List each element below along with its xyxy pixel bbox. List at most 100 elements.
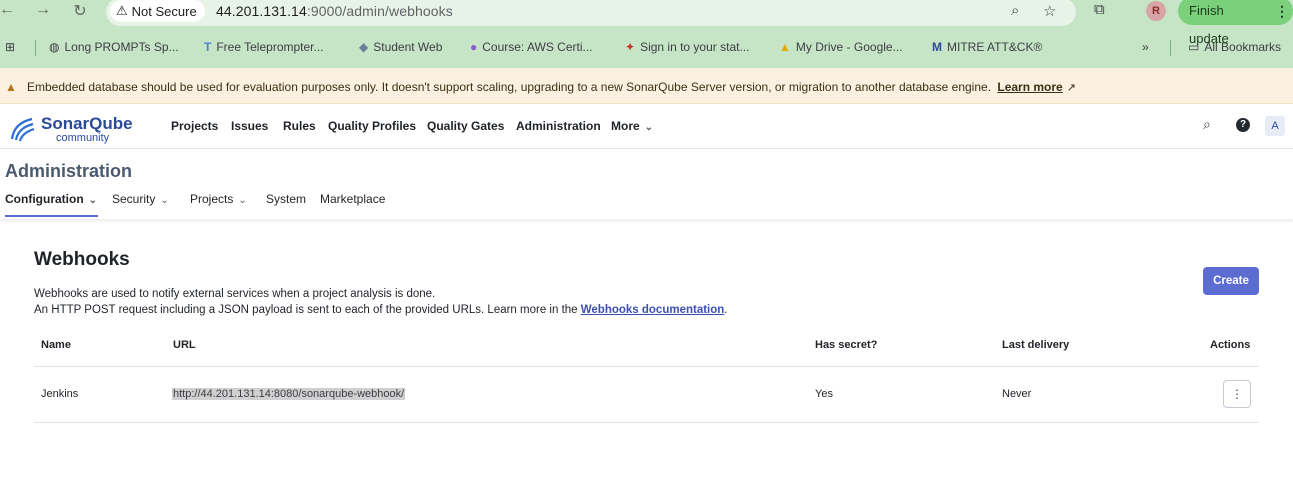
webhooks-description-2: An HTTP POST request including a JSON pa…: [34, 304, 728, 316]
nav-projects[interactable]: Projects: [171, 119, 218, 133]
logo-edition: community: [56, 132, 110, 144]
embedded-db-warning-banner: ▲ Embedded database should be used for e…: [0, 68, 1293, 104]
tab-marketplace[interactable]: Marketplace: [320, 192, 385, 206]
nav-more[interactable]: More ⌄: [611, 119, 653, 133]
bookmark-item[interactable]: T Free Teleprompter...: [204, 40, 324, 54]
maple-leaf-icon: ✦: [625, 40, 636, 54]
profile-avatar[interactable]: R: [1146, 1, 1166, 21]
url-text[interactable]: 44.201.131.14:9000/admin/webhooks: [216, 3, 453, 19]
bookmark-item[interactable]: M MITRE ATT&CK®: [932, 40, 1042, 54]
bookmark-label: Free Teleprompter...: [216, 40, 324, 54]
banner-text: Embedded database should be used for eva…: [27, 80, 992, 94]
reload-icon[interactable]: ↻: [70, 1, 90, 21]
teleprompter-icon: T: [204, 40, 212, 54]
webhook-actions-button[interactable]: ⋮: [1223, 380, 1251, 408]
url-host: 44.201.131.14: [216, 3, 307, 19]
tab-label: Security: [112, 192, 156, 206]
admin-header: Administration Configuration ⌄ Security ⌄ …: [0, 149, 1293, 219]
table-divider: [34, 422, 1259, 423]
chevron-down-icon: ⌄: [644, 122, 654, 133]
finish-update-button[interactable]: Finish update ⋮: [1178, 0, 1293, 46]
bookmark-item[interactable]: ▲ My Drive - Google...: [779, 40, 903, 54]
user-avatar[interactable]: A: [1265, 116, 1285, 136]
chevron-down-icon: ⌄: [238, 195, 247, 206]
nav-issues[interactable]: Issues: [231, 119, 268, 133]
warning-triangle-icon: ⚠: [116, 3, 128, 18]
column-header-last-delivery: Last delivery: [1002, 339, 1070, 351]
course-icon: ●: [470, 40, 478, 54]
nav-quality-gates[interactable]: Quality Gates: [427, 119, 504, 133]
all-bookmarks-label: All Bookmarks: [1204, 40, 1282, 54]
browser-menu-icon[interactable]: ⋮: [1275, 0, 1289, 25]
webhook-url: http://44.201.131.14:8080/sonarqube-webh…: [172, 388, 406, 400]
bookmark-label: Course: AWS Certi...: [482, 40, 593, 54]
webhook-name: Jenkins: [41, 388, 79, 400]
bookmark-item[interactable]: ✦ Sign in to your stat...: [625, 40, 749, 54]
webhook-has-secret: Yes: [815, 388, 833, 400]
desc-text: An HTTP POST request including a JSON pa…: [34, 304, 581, 316]
folder-icon: ▭: [1188, 40, 1200, 54]
column-header-has-secret: Has secret?: [815, 339, 878, 351]
bookmark-item[interactable]: ◆ Student Web: [359, 40, 442, 54]
more-vertical-icon: ⋮: [1231, 387, 1243, 401]
webhook-last-delivery: Never: [1002, 388, 1032, 400]
sonarqube-waves-icon: [10, 117, 35, 142]
nav-more-label: More: [611, 119, 640, 133]
bookmarks-divider: [35, 40, 36, 56]
webhooks-title: Webhooks: [34, 249, 130, 270]
banner-message: Embedded database should be used for eva…: [27, 80, 1076, 94]
security-chip[interactable]: ⚠ Not Secure: [110, 0, 205, 22]
nav-quality-profiles[interactable]: Quality Profiles: [328, 119, 416, 133]
help-icon[interactable]: ?: [1236, 118, 1250, 132]
apps-grid-icon[interactable]: ⊞: [5, 40, 15, 54]
sonarqube-logo[interactable]: SonarQube community: [8, 111, 138, 145]
bookmark-label: My Drive - Google...: [795, 40, 903, 54]
table-divider: [34, 366, 1259, 367]
learn-more-link[interactable]: Learn more: [997, 80, 1062, 94]
url-path: :9000/admin/webhooks: [306, 3, 453, 19]
webhooks-description: Webhooks are used to notify external ser…: [34, 288, 436, 300]
bookmark-label: MITRE ATT&CK®: [947, 40, 1043, 54]
bookmarks-bar: ⊞ ◍ Long PROMPTs Sp... T Free Teleprompter…: [0, 36, 1293, 60]
bookmark-item[interactable]: ◍ Long PROMPTs Sp...: [49, 40, 179, 54]
bookmark-label: Long PROMPTs Sp...: [64, 40, 179, 54]
bookmark-item[interactable]: ● Course: AWS Certi...: [470, 40, 593, 54]
nav-rules[interactable]: Rules: [283, 119, 316, 133]
column-header-url: URL: [173, 339, 196, 351]
bookmarks-divider: [1170, 40, 1171, 56]
all-bookmarks[interactable]: ▭ All Bookmarks: [1188, 40, 1281, 54]
nav-administration[interactable]: Administration: [516, 119, 601, 133]
page-title: Administration: [5, 161, 133, 181]
security-label: Not Secure: [131, 3, 197, 19]
logo-brand: SonarQube: [41, 114, 133, 133]
warning-icon: ▲: [5, 80, 17, 94]
extensions-icon[interactable]: ⧉: [1094, 1, 1105, 18]
tab-label: Configuration: [5, 192, 84, 206]
bookmark-label: Sign in to your stat...: [640, 40, 750, 54]
active-tab-indicator: [5, 215, 98, 217]
tab-security[interactable]: Security ⌄: [112, 192, 169, 206]
chevron-down-icon: ⌄: [88, 195, 98, 206]
tab-label: Projects: [190, 192, 234, 206]
tab-system[interactable]: System: [266, 192, 306, 206]
tab-projects[interactable]: Projects ⌄: [190, 192, 247, 206]
browser-toolbar: ← → ↻ ⚠ Not Secure 44.201.131.14:9000/ad…: [0, 0, 1293, 68]
back-icon[interactable]: ←: [0, 1, 17, 19]
bookmarks-overflow-icon[interactable]: »: [1142, 40, 1149, 54]
desc-suffix: .: [724, 304, 728, 316]
column-header-actions: Actions: [1210, 339, 1251, 351]
chevron-down-icon: ⌄: [160, 195, 169, 206]
search-icon[interactable]: ⌕: [1203, 116, 1211, 133]
zoom-icon[interactable]: ⌕: [1011, 2, 1019, 19]
google-drive-icon: ▲: [779, 40, 791, 54]
webhooks-documentation-link[interactable]: Webhooks documentation: [581, 304, 725, 316]
globe-icon: ◍: [49, 40, 60, 54]
tab-configuration[interactable]: Configuration ⌄: [5, 192, 97, 206]
student-web-icon: ◆: [359, 40, 369, 54]
column-header-name: Name: [41, 339, 71, 351]
star-icon[interactable]: ☆: [1043, 2, 1056, 20]
external-link-icon: ↗: [1066, 82, 1076, 94]
create-button[interactable]: Create: [1203, 267, 1259, 295]
forward-icon[interactable]: →: [33, 1, 53, 19]
mitre-icon: M: [932, 40, 942, 54]
